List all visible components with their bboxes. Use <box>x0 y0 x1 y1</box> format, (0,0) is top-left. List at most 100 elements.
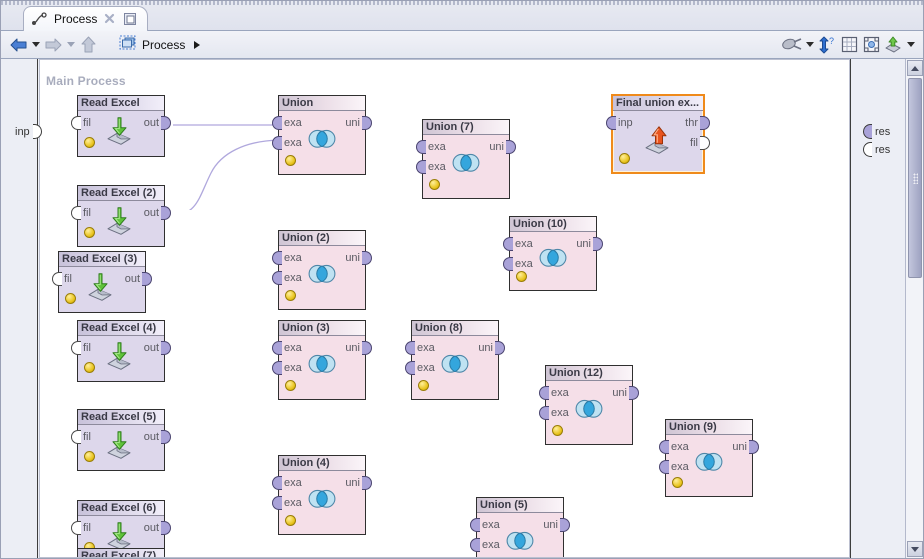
node-input-port[interactable] <box>503 237 513 251</box>
restore-window-icon[interactable] <box>123 12 137 26</box>
scroll-up-button[interactable] <box>907 60 923 76</box>
graph-node-finalunion[interactable]: Final union ex... inp thr fil <box>606 94 710 174</box>
node-input-port[interactable] <box>272 341 282 355</box>
node-input-port[interactable] <box>416 160 426 174</box>
fit-to-screen-button[interactable] <box>860 34 882 56</box>
graph-node-read4[interactable]: Read Excel (4) fil out <box>71 320 171 382</box>
tab-strip: Process <box>1 1 923 31</box>
node-input-port[interactable] <box>71 430 81 444</box>
node-input-port[interactable] <box>52 272 62 286</box>
node-output-port[interactable] <box>161 341 171 355</box>
node-input-port[interactable] <box>659 440 669 454</box>
node-input-port[interactable] <box>272 476 282 490</box>
graph-node-read7[interactable]: Read Excel (7) <box>77 548 165 557</box>
node-port-label: exa <box>515 258 533 270</box>
chevron-right-icon[interactable] <box>194 40 201 49</box>
back-dropdown[interactable] <box>29 34 42 56</box>
excel-import-icon <box>85 273 119 303</box>
scroll-down-button[interactable] <box>907 541 923 557</box>
close-icon[interactable] <box>103 12 117 26</box>
port-handle-icon[interactable] <box>863 124 872 139</box>
node-status-indicator <box>285 290 296 301</box>
node-input-port[interactable] <box>470 518 480 532</box>
node-port-label: exa <box>284 137 302 149</box>
node-output-port[interactable] <box>495 341 505 355</box>
back-button[interactable] <box>7 34 29 56</box>
union-venn-icon <box>305 351 339 381</box>
node-input-port[interactable] <box>539 386 549 400</box>
export-dropdown[interactable] <box>904 34 917 56</box>
node-output-port[interactable] <box>560 518 570 532</box>
breadcrumb-label[interactable]: Process <box>142 38 185 52</box>
node-output-port[interactable] <box>593 237 603 251</box>
node-output-port[interactable] <box>506 140 516 154</box>
node-input-port[interactable] <box>272 136 282 150</box>
node-input-port[interactable] <box>272 361 282 375</box>
port-handle-icon[interactable] <box>863 142 872 157</box>
node-output-port[interactable] <box>161 116 171 130</box>
gutter-port-res[interactable]: res <box>863 124 890 139</box>
process-folder-icon[interactable] <box>119 35 137 54</box>
port-handle-icon[interactable] <box>32 124 42 139</box>
export-image-button[interactable] <box>882 34 904 56</box>
node-input-port[interactable] <box>272 251 282 265</box>
node-port-label: out <box>143 207 159 219</box>
node-output-port[interactable] <box>161 430 171 444</box>
graph-node-union10[interactable]: Union (10) exa exa uni <box>503 216 603 291</box>
node-output-port[interactable] <box>749 440 759 454</box>
graph-node-union9[interactable]: Union (9) exa exa uni <box>659 419 759 497</box>
node-input-port[interactable] <box>405 361 415 375</box>
node-input-port[interactable] <box>71 116 81 130</box>
node-input-port[interactable] <box>470 538 480 552</box>
node-input-port[interactable] <box>405 341 415 355</box>
node-input-port[interactable] <box>272 496 282 510</box>
graph-node-read1[interactable]: Read Excel fil out <box>71 95 171 157</box>
node-input-port[interactable] <box>659 460 669 474</box>
autolayout-button[interactable]: ? <box>816 34 838 56</box>
node-output-port[interactable] <box>362 116 372 130</box>
node-input-port[interactable] <box>272 116 282 130</box>
graph-node-union5[interactable]: Union (5) exa exa uni <box>470 497 570 557</box>
node-input-port[interactable] <box>606 116 616 130</box>
graph-node-union3[interactable]: Union (3) exa exa uni <box>272 320 372 400</box>
node-input-port[interactable] <box>539 406 549 420</box>
graph-node-union4[interactable]: Union (4) exa exa uni <box>272 455 372 535</box>
grid-button[interactable] <box>838 34 860 56</box>
forward-dropdown[interactable] <box>64 34 77 56</box>
graph-node-union12[interactable]: Union (12) exa exa uni <box>539 365 639 445</box>
node-output-port[interactable] <box>362 476 372 490</box>
gutter-port-inp[interactable]: inp <box>15 124 42 139</box>
graph-node-union7[interactable]: Union (7) exa exa uni <box>416 119 516 199</box>
node-input-port[interactable] <box>272 271 282 285</box>
node-input-port[interactable] <box>416 140 426 154</box>
graph-node-read2[interactable]: Read Excel (2) fil out <box>71 185 171 247</box>
node-output-port[interactable] <box>629 386 639 400</box>
tab-process[interactable]: Process <box>23 6 149 31</box>
node-port-label: uni <box>576 238 591 250</box>
up-button[interactable] <box>77 34 99 56</box>
vertical-scrollbar[interactable] <box>905 59 923 558</box>
node-input-port[interactable] <box>503 257 513 271</box>
node-output-port[interactable] <box>700 136 710 150</box>
node-output-port[interactable] <box>700 116 710 130</box>
node-output-port[interactable] <box>161 206 171 220</box>
process-canvas[interactable]: Main Process Read Excel fil out Read Excel … <box>39 59 850 558</box>
forward-button[interactable] <box>42 34 64 56</box>
node-input-port[interactable] <box>71 521 81 535</box>
node-input-port[interactable] <box>71 341 81 355</box>
graph-node-union8[interactable]: Union (8) exa exa uni <box>405 320 505 400</box>
graph-node-union2[interactable]: Union (2) exa exa uni <box>272 230 372 310</box>
filter-button[interactable] <box>781 34 803 56</box>
filter-dropdown[interactable] <box>803 34 816 56</box>
graph-node-union1[interactable]: Union exa exa uni <box>272 95 372 175</box>
node-output-port[interactable] <box>142 272 152 286</box>
graph-node-read5[interactable]: Read Excel (5) fil out <box>71 409 171 471</box>
gutter-port-res[interactable]: res <box>863 142 890 157</box>
node-output-port[interactable] <box>362 251 372 265</box>
graph-node-read3[interactable]: Read Excel (3) fil out <box>52 251 152 313</box>
union-venn-icon <box>305 486 339 516</box>
node-output-port[interactable] <box>362 341 372 355</box>
node-input-port[interactable] <box>71 206 81 220</box>
node-output-port[interactable] <box>161 521 171 535</box>
scrollbar-thumb[interactable] <box>908 78 922 278</box>
